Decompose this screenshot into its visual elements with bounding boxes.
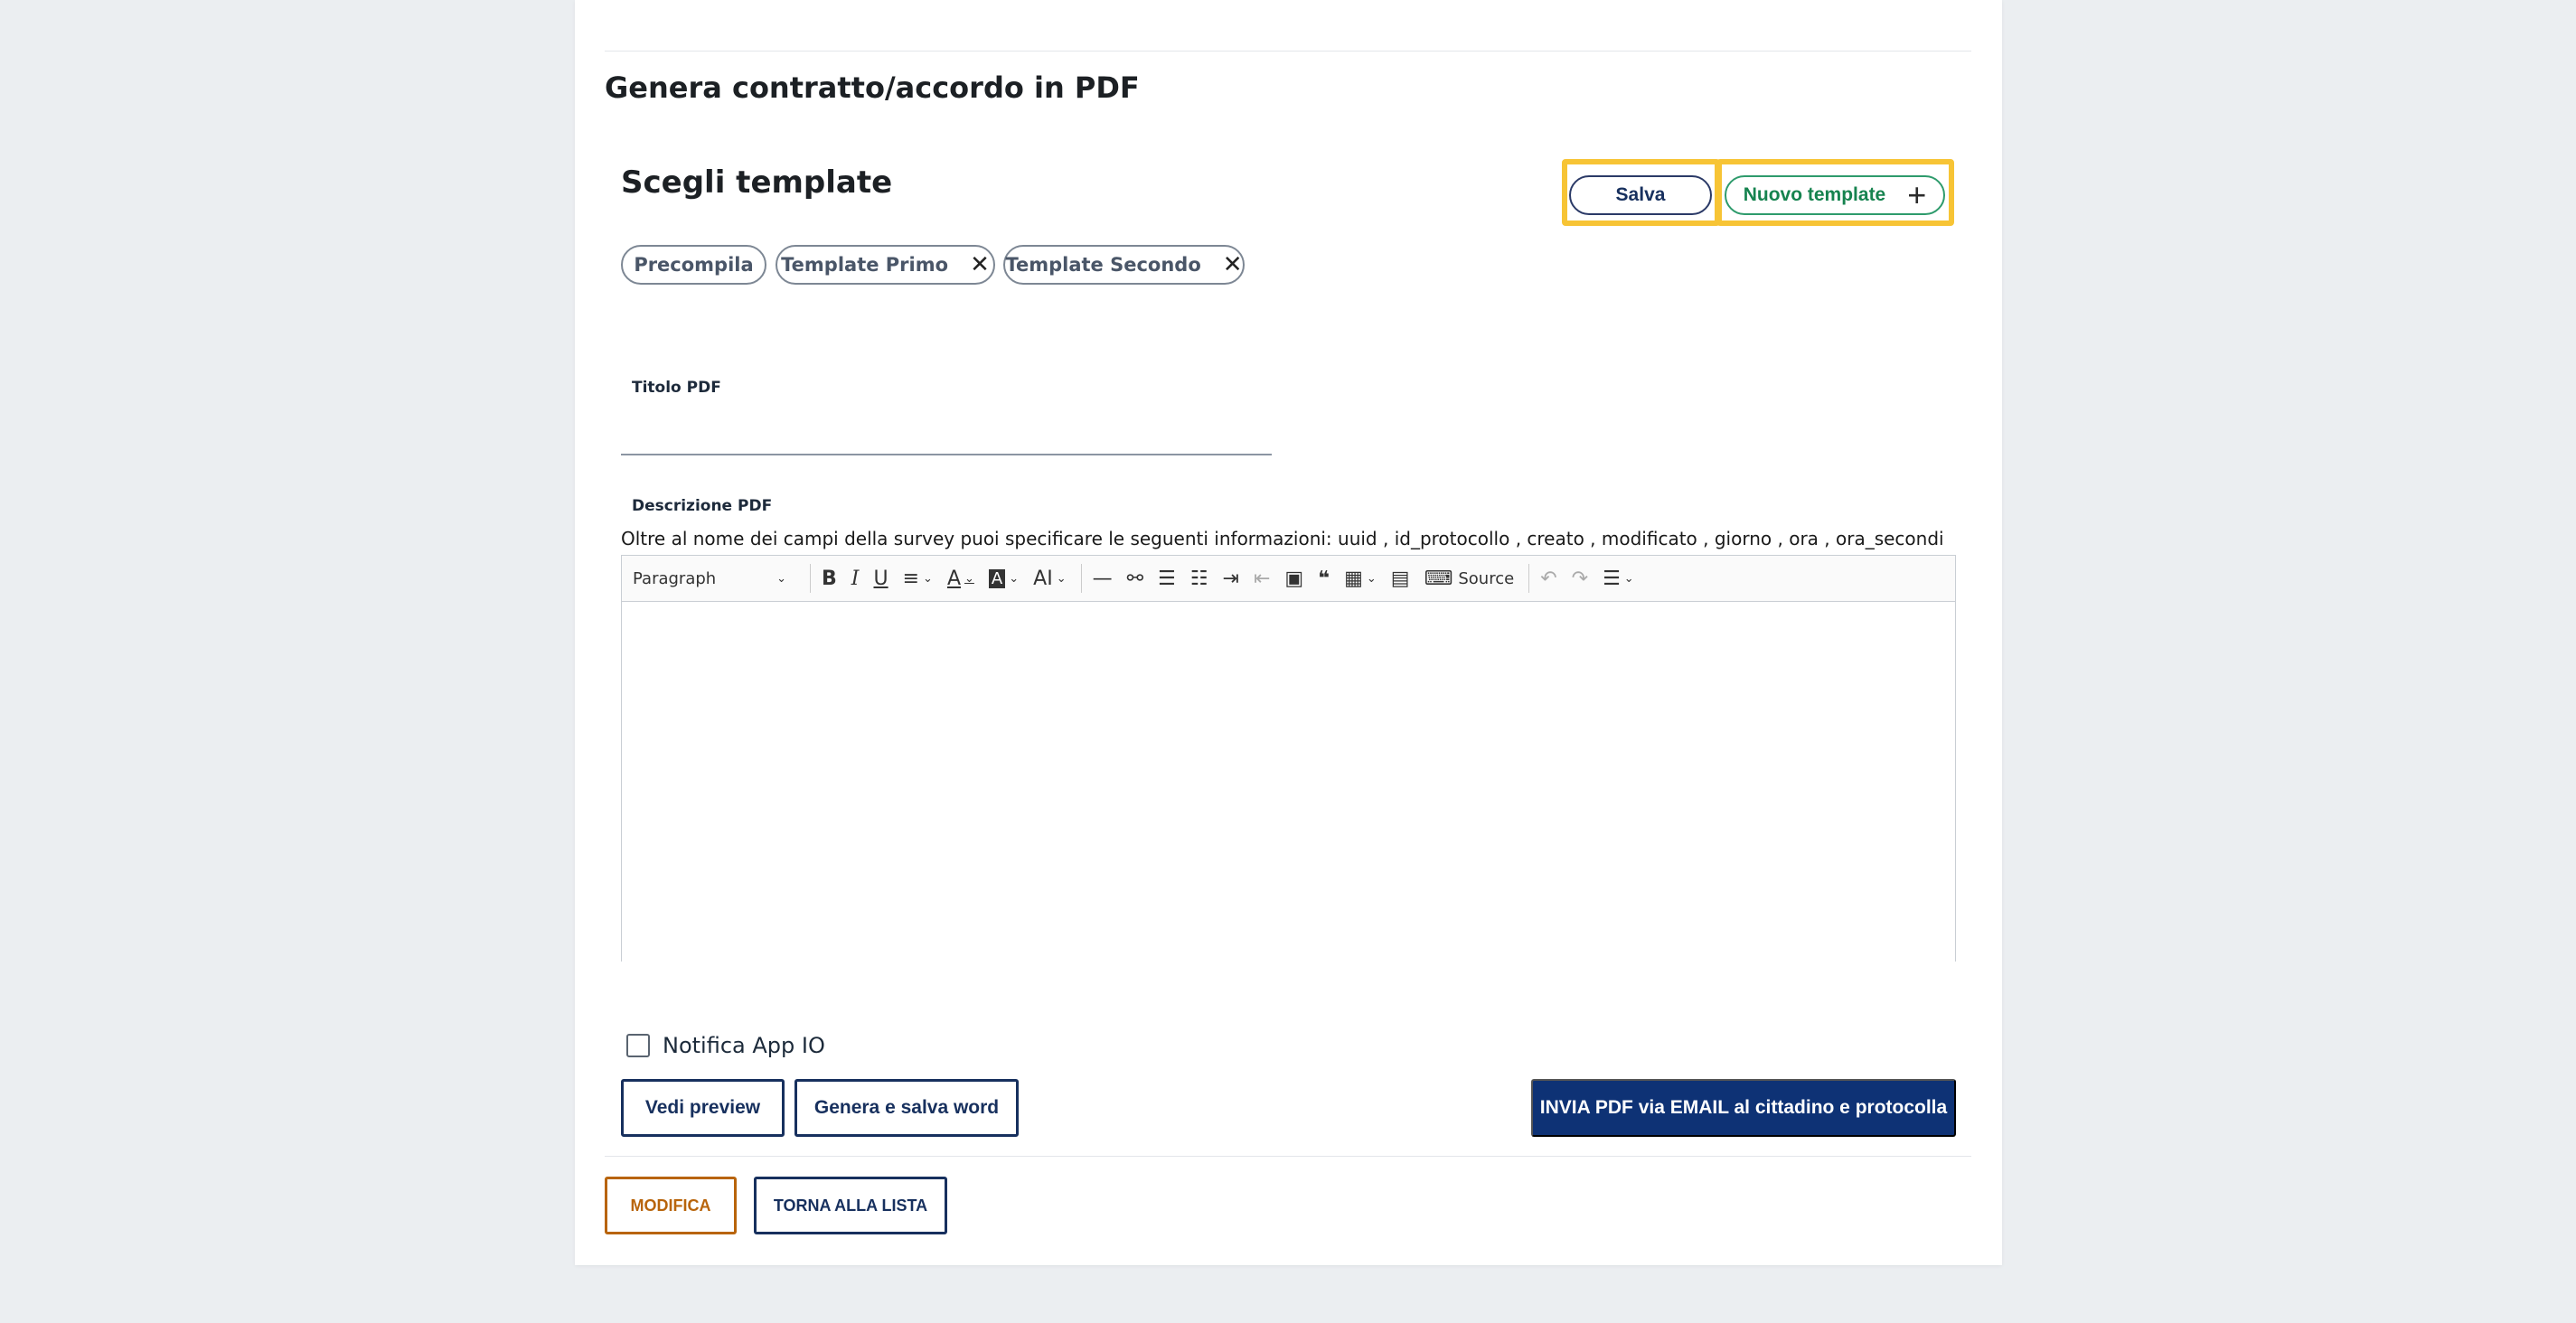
divider-top xyxy=(605,51,1971,52)
template-section-title: Scegli template xyxy=(621,164,893,201)
generate-word-button[interactable]: Genera e salva word xyxy=(794,1079,1019,1137)
section-title: Genera contratto/accordo in PDF xyxy=(605,70,1140,105)
bold-icon[interactable]: B xyxy=(822,562,837,595)
source-button[interactable]: ⌨ Source xyxy=(1424,562,1515,595)
close-icon[interactable]: ✕ xyxy=(970,251,990,278)
helper-text: Oltre al nome dei campi della survey puo… xyxy=(621,528,1944,549)
html-embed-icon[interactable]: ▤ xyxy=(1391,562,1410,595)
main-card: Genera contratto/accordo in PDF Scegli t… xyxy=(575,0,2002,1265)
new-template-label: Nuovo template xyxy=(1743,184,1886,205)
outdent-icon[interactable]: ⇤ xyxy=(1254,562,1270,595)
toolbar-separator xyxy=(1080,564,1082,593)
bullet-list-icon[interactable]: ☰ xyxy=(1158,562,1176,595)
editor-toolbar: Paragraph ⌄ B I U ≡ ⌄ A ⌄ A ⌄ AI ⌄ — ⚯ ☰ ☷ ⇥… xyxy=(622,556,1955,602)
save-template-button[interactable]: Salva xyxy=(1569,175,1712,215)
title-pdf-label: Titolo PDF xyxy=(632,379,721,397)
modify-button[interactable]: MODIFICA xyxy=(605,1177,737,1234)
image-icon[interactable]: ▣ xyxy=(1284,562,1303,595)
chip-label: Precompila xyxy=(634,254,754,276)
paragraph-select-label: Paragraph xyxy=(633,568,717,588)
chip-precompila[interactable]: Precompila xyxy=(621,245,766,285)
font-size-icon[interactable]: AI ⌄ xyxy=(1033,562,1066,595)
chevron-down-icon: ⌄ xyxy=(776,571,786,586)
editor-content[interactable] xyxy=(622,602,1955,962)
align-icon[interactable]: ≡ ⌄ xyxy=(903,562,933,595)
toolbar-separator xyxy=(810,564,811,593)
more-options-icon[interactable]: ☰ ⌄ xyxy=(1603,562,1634,595)
plus-icon: + xyxy=(1907,176,1927,213)
chip-template-secondo[interactable]: Template Secondo ✕ xyxy=(1003,245,1245,285)
font-color-icon[interactable]: A ⌄ xyxy=(947,562,974,595)
notify-app-io-label: Notifica App IO xyxy=(663,1033,825,1058)
source-icon: ⌨ xyxy=(1424,567,1453,590)
close-icon[interactable]: ✕ xyxy=(1223,251,1243,278)
redo-icon[interactable]: ↷ xyxy=(1572,562,1588,595)
notify-app-io-row[interactable]: Notifica App IO xyxy=(626,1033,825,1058)
link-icon[interactable]: ⚯ xyxy=(1127,562,1143,595)
undo-icon[interactable]: ↶ xyxy=(1540,562,1556,595)
divider-bottom xyxy=(605,1156,1971,1157)
underline-icon[interactable]: U xyxy=(873,562,888,595)
source-label: Source xyxy=(1458,568,1515,588)
numbered-list-icon[interactable]: ☷ xyxy=(1190,562,1208,595)
preview-button[interactable]: Vedi preview xyxy=(621,1079,785,1137)
rich-text-editor: Paragraph ⌄ B I U ≡ ⌄ A ⌄ A ⌄ AI ⌄ — ⚯ ☰ ☷ ⇥… xyxy=(621,555,1956,962)
new-template-button[interactable]: Nuovo template + xyxy=(1725,175,1945,215)
chip-template-primo[interactable]: Template Primo ✕ xyxy=(776,245,995,285)
chip-label: Template Secondo xyxy=(1005,254,1201,276)
paragraph-select[interactable]: Paragraph ⌄ xyxy=(633,562,795,595)
background-color-icon[interactable]: A ⌄ xyxy=(988,562,1019,595)
description-pdf-label: Descrizione PDF xyxy=(632,497,773,515)
quote-icon[interactable]: ❝ xyxy=(1318,562,1330,595)
table-icon[interactable]: ▦ ⌄ xyxy=(1344,562,1377,595)
indent-icon[interactable]: ⇥ xyxy=(1223,562,1239,595)
toolbar-separator xyxy=(1528,564,1530,593)
back-to-list-button[interactable]: TORNA ALLA LISTA xyxy=(754,1177,947,1234)
italic-icon[interactable]: I xyxy=(851,562,860,595)
send-pdf-email-button[interactable]: INVIA PDF via EMAIL al cittadino e proto… xyxy=(1531,1079,1956,1137)
title-pdf-input[interactable] xyxy=(621,416,1272,455)
chip-label: Template Primo xyxy=(781,254,949,276)
notify-app-io-checkbox[interactable] xyxy=(626,1034,650,1057)
horizontal-line-icon[interactable]: — xyxy=(1093,562,1113,595)
